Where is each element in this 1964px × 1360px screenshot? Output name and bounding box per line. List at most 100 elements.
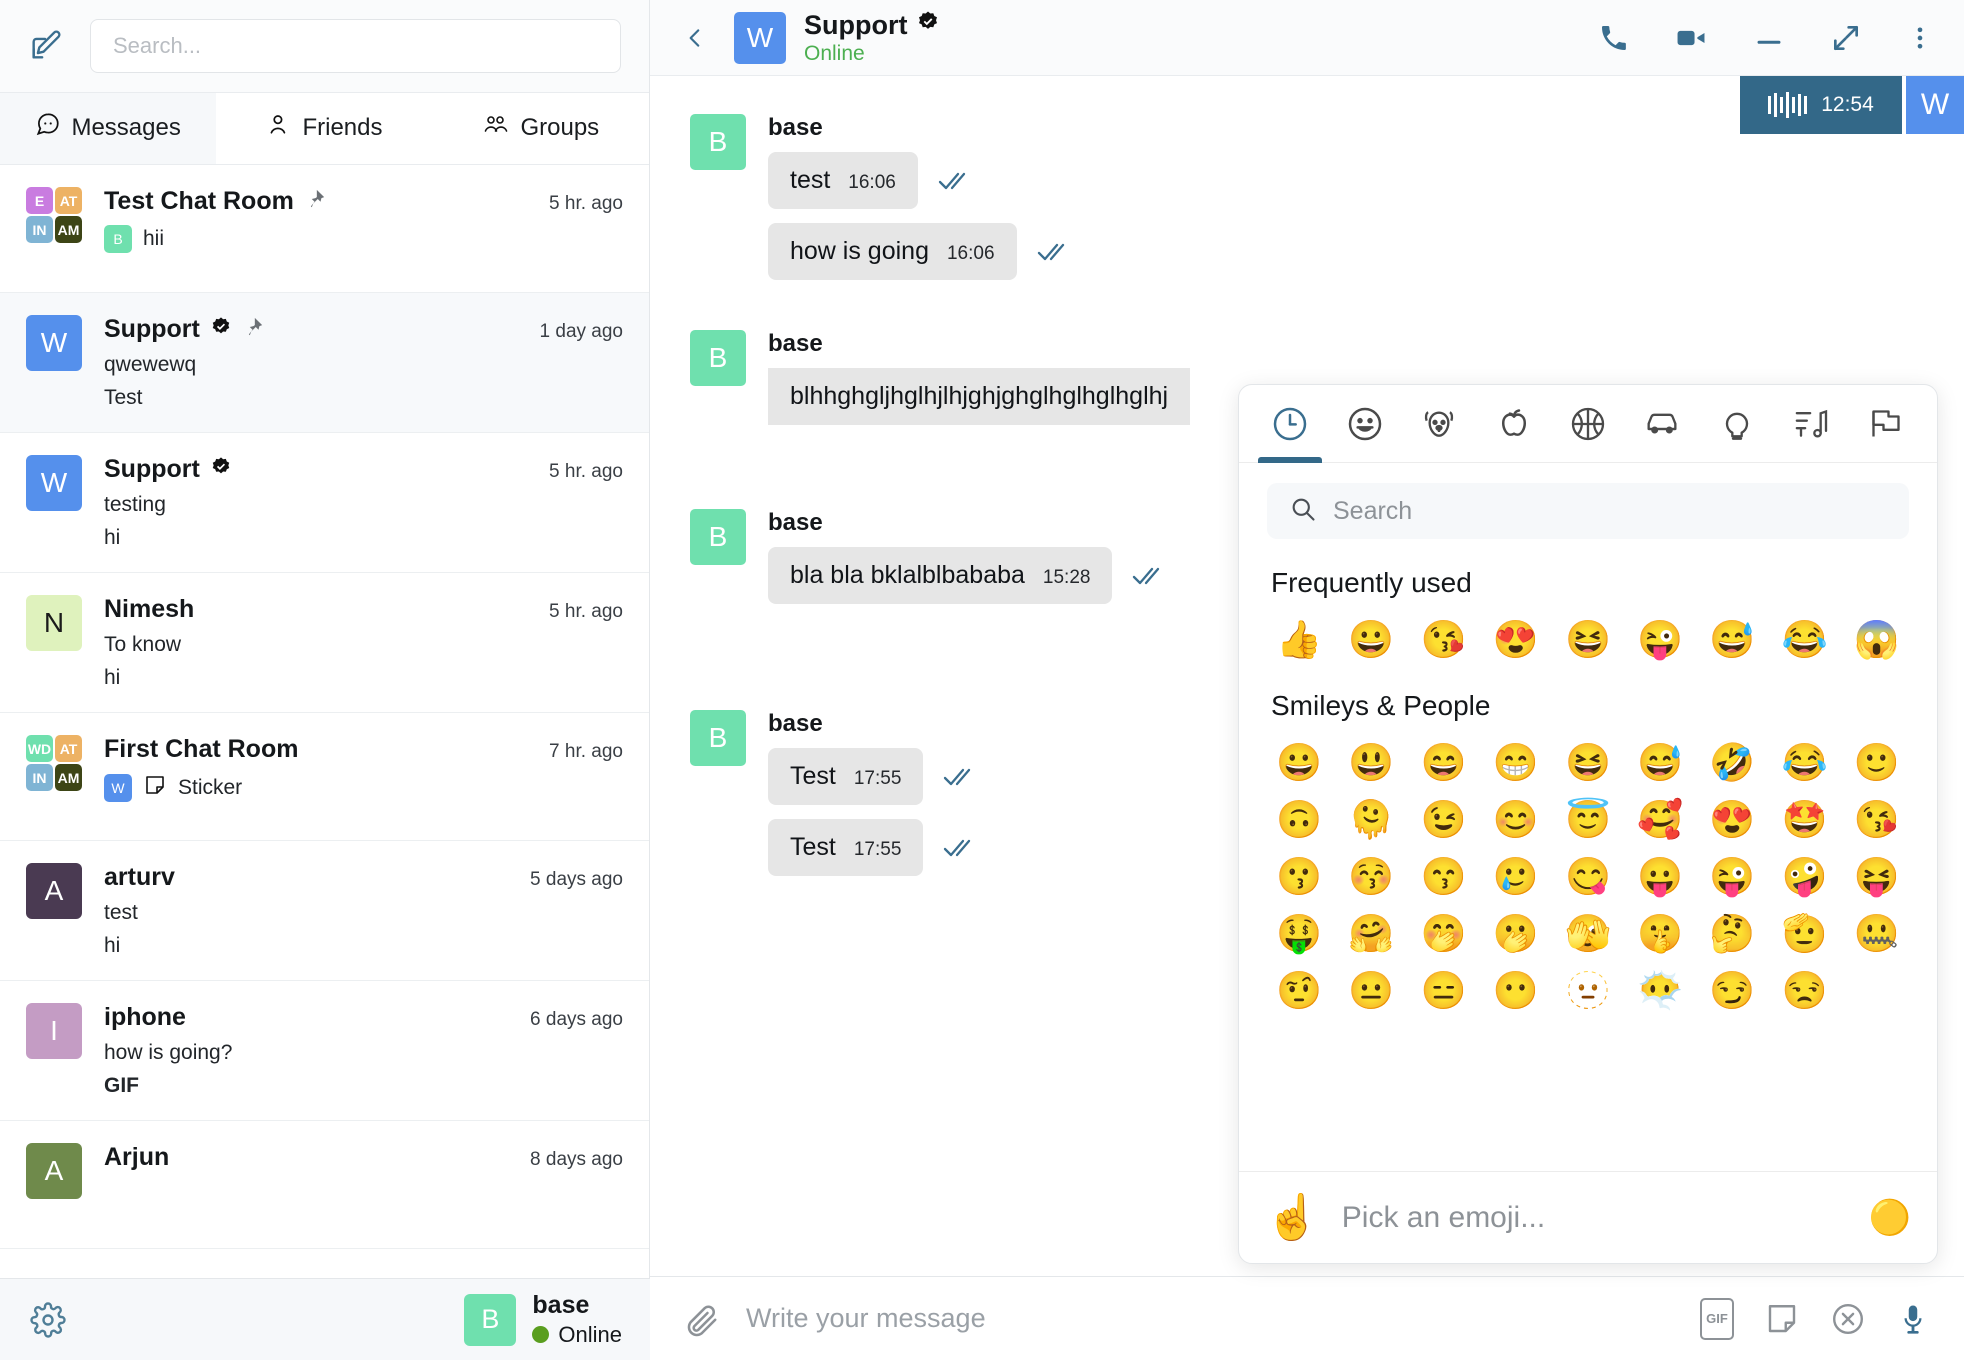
emoji-button[interactable]: 🙂 xyxy=(1841,734,1913,791)
message-bubble[interactable]: bla bla bklalblbababa 15:28 xyxy=(768,547,1113,604)
emoji-button[interactable]: 🤫 xyxy=(1624,905,1696,962)
message-bubble[interactable]: blhhghgljhglhjlhjghjghglhglhglhglhj xyxy=(768,368,1191,425)
emoji-grid-smileys-people[interactable]: 😀 😃 😄 😁 😆 😅 🤣 😂 🙂 🙃 🫠 😉 😊 😇 🥰 😍 🤩 😘 😗 😚 😙 🥲 😋 😛 😜 🤪 😝 🤑 🤗 🤭 🫢 🫣 🤫 🤔 🫡 🤐 🤨 😐 😑 😶… xyxy=(1263,734,1913,1019)
gear-icon[interactable] xyxy=(30,1301,66,1338)
search-input[interactable] xyxy=(113,33,598,59)
skin-tone-selector[interactable]: 🟡 xyxy=(1869,1201,1911,1235)
more-vertical-icon[interactable] xyxy=(1906,22,1934,54)
emoji-button[interactable]: 🤐 xyxy=(1841,905,1913,962)
emoji-button[interactable]: 😇 xyxy=(1552,791,1624,848)
chevron-left-icon[interactable] xyxy=(674,18,716,58)
search-box[interactable] xyxy=(90,19,621,73)
emoji-tab-food[interactable] xyxy=(1476,385,1550,463)
emoji-button[interactable]: 😀 xyxy=(1263,734,1335,791)
compose-edit-icon[interactable] xyxy=(22,23,68,69)
message-row[interactable]: Test 17:55 xyxy=(768,819,977,876)
tab-groups[interactable]: Groups xyxy=(432,93,649,164)
emoji-button[interactable]: 😅 xyxy=(1624,734,1696,791)
message-row[interactable]: how is going 16:06 xyxy=(768,223,1071,280)
emoji-tab-smileys[interactable] xyxy=(1327,385,1401,463)
emoji-button[interactable]: 😶 xyxy=(1480,962,1552,1019)
emoji-button[interactable]: 😃 xyxy=(1335,734,1407,791)
active-call-widget[interactable]: 12:54 W xyxy=(1740,76,1964,134)
emoji-button[interactable]: 😶‍🌫️ xyxy=(1624,962,1696,1019)
message-row[interactable]: test 16:06 xyxy=(768,152,1071,209)
emoji-button[interactable]: 😝 xyxy=(1841,848,1913,905)
chat-list-item-nimesh[interactable]: N Nimesh 5 hr. ago To know hi xyxy=(0,573,649,713)
emoji-search-box[interactable] xyxy=(1267,483,1909,539)
chat-list-item-support-2[interactable]: W Support 5 hr. ago testing hi xyxy=(0,433,649,573)
chat-list-item-arturv[interactable]: A arturv 5 days ago test hi xyxy=(0,841,649,981)
emoji-button[interactable]: 😘 xyxy=(1841,791,1913,848)
emoji-tab-objects[interactable] xyxy=(1700,385,1774,463)
phone-icon[interactable] xyxy=(1598,22,1630,54)
emoji-tab-symbols[interactable] xyxy=(1774,385,1848,463)
emoji-button[interactable]: 😒 xyxy=(1769,962,1841,1019)
video-icon[interactable] xyxy=(1674,21,1708,55)
emoji-button[interactable]: 😱 xyxy=(1841,611,1913,668)
call-participant-avatar[interactable]: W xyxy=(1906,76,1964,134)
emoji-button[interactable]: 👍 xyxy=(1263,611,1335,668)
emoji-button[interactable]: 😄 xyxy=(1407,734,1479,791)
emoji-button[interactable]: 😊 xyxy=(1480,791,1552,848)
emoji-picker[interactable]: Frequently used 👍 😀 😘 😍 😆 😜 😅 😂 😱 Smiley… xyxy=(1238,384,1938,1264)
emoji-button[interactable]: 🫣 xyxy=(1552,905,1624,962)
chat-list-item-support-1[interactable]: W Support 1 day ago qwewewq Test xyxy=(0,293,649,433)
emoji-button[interactable]: 🤨 xyxy=(1263,962,1335,1019)
emoji-button[interactable]: 🫢 xyxy=(1480,905,1552,962)
emoji-tab-animals[interactable] xyxy=(1402,385,1476,463)
current-user[interactable]: B base Online xyxy=(464,1291,622,1348)
emoji-button[interactable]: 🤪 xyxy=(1769,848,1841,905)
emoji-button[interactable]: 😑 xyxy=(1407,962,1479,1019)
emoji-search-input[interactable] xyxy=(1333,496,1887,526)
emoji-grid-frequently-used[interactable]: 👍 😀 😘 😍 😆 😜 😅 😂 😱 xyxy=(1263,611,1913,668)
emoji-button[interactable]: 😘 xyxy=(1407,611,1479,668)
emoji-button[interactable]: 😆 xyxy=(1552,734,1624,791)
emoji-button[interactable]: 🤩 xyxy=(1769,791,1841,848)
message-row[interactable]: blhhghgljhglhjlhjghjghglhglhglhglhj xyxy=(768,368,1191,425)
emoji-button[interactable]: 🤭 xyxy=(1407,905,1479,962)
expand-icon[interactable] xyxy=(1830,22,1862,54)
emoji-button[interactable]: 🫡 xyxy=(1769,905,1841,962)
chat-list-item-arjun[interactable]: A Arjun 8 days ago xyxy=(0,1121,649,1249)
emoji-tab-recent[interactable] xyxy=(1253,385,1327,463)
emoji-button[interactable]: 😁 xyxy=(1480,734,1552,791)
emoji-button[interactable]: 😜 xyxy=(1624,611,1696,668)
emoji-button[interactable]: 😛 xyxy=(1624,848,1696,905)
emoji-button[interactable]: 😏 xyxy=(1696,962,1768,1019)
tab-messages[interactable]: Messages xyxy=(0,93,217,164)
emoji-button[interactable]: 😂 xyxy=(1769,611,1841,668)
emoji-button[interactable]: 😍 xyxy=(1696,791,1768,848)
message-bubble[interactable]: Test 17:55 xyxy=(768,819,924,876)
emoji-button[interactable]: 🫥 xyxy=(1552,962,1624,1019)
emoji-button[interactable]: 😅 xyxy=(1696,611,1768,668)
emoji-button[interactable]: 😜 xyxy=(1696,848,1768,905)
paperclip-icon[interactable] xyxy=(682,1300,720,1338)
microphone-icon[interactable] xyxy=(1896,1302,1930,1336)
emoji-button[interactable]: 😍 xyxy=(1480,611,1552,668)
message-bubble[interactable]: Test 17:55 xyxy=(768,748,924,805)
emoji-tab-travel[interactable] xyxy=(1625,385,1699,463)
emoji-button[interactable]: 😀 xyxy=(1335,611,1407,668)
emoji-button[interactable]: 🤣 xyxy=(1696,734,1768,791)
chat-list-item-test-chat-room[interactable]: E AT IN AM Test Chat Room 5 hr. ago B hi… xyxy=(0,165,649,293)
message-input[interactable] xyxy=(746,1303,1674,1334)
gif-icon[interactable]: GIF xyxy=(1700,1297,1734,1340)
emoji-button[interactable]: 🤗 xyxy=(1335,905,1407,962)
emoji-button[interactable]: 🥲 xyxy=(1480,848,1552,905)
emoji-button[interactable]: 🤑 xyxy=(1263,905,1335,962)
emoji-tab-activity[interactable] xyxy=(1551,385,1625,463)
emoji-button[interactable]: 😐 xyxy=(1335,962,1407,1019)
tab-friends[interactable]: Friends xyxy=(216,93,433,164)
emoji-button[interactable]: 😋 xyxy=(1552,848,1624,905)
message-row[interactable]: bla bla bklalblbababa 15:28 xyxy=(768,547,1166,604)
sticker-icon[interactable] xyxy=(1764,1301,1800,1337)
emoji-button[interactable]: 😆 xyxy=(1552,611,1624,668)
emoji-button[interactable]: 🫠 xyxy=(1335,791,1407,848)
chat-list[interactable]: E AT IN AM Test Chat Room 5 hr. ago B hi… xyxy=(0,165,649,1360)
emoji-button[interactable]: 🙃 xyxy=(1263,791,1335,848)
emoji-button[interactable]: 😚 xyxy=(1335,848,1407,905)
emoji-button[interactable]: 😙 xyxy=(1407,848,1479,905)
emoji-tab-flags[interactable] xyxy=(1849,385,1923,463)
message-bubble[interactable]: how is going 16:06 xyxy=(768,223,1017,280)
